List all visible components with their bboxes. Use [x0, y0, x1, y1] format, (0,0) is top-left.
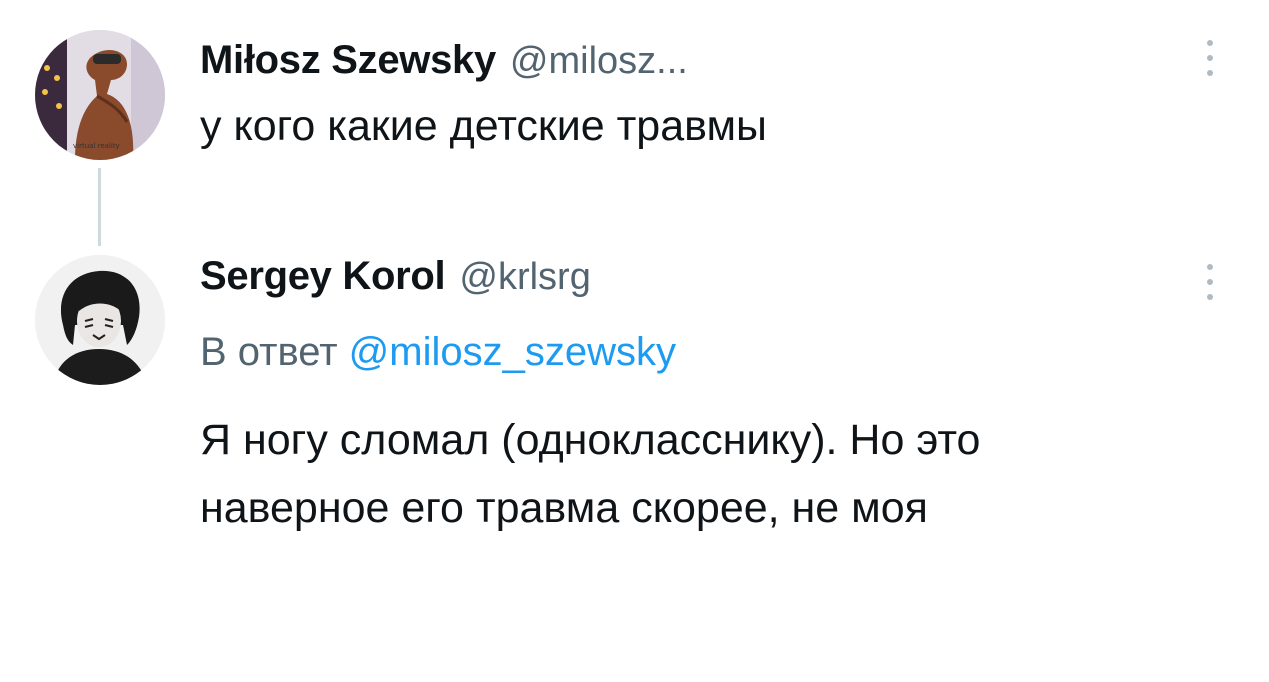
- tweet-original[interactable]: virtual reality Miłosz Szewsky @milosz..…: [0, 0, 1269, 240]
- tweet-text-line: Я ногу сломал (однокласснику). Но это: [200, 416, 981, 464]
- avatar-milosz[interactable]: virtual reality: [35, 30, 165, 160]
- replying-to: В ответ @milosz_szewsky: [200, 330, 676, 375]
- avatar-image: [35, 255, 165, 385]
- avatar-caption: virtual reality: [73, 142, 120, 150]
- tweet-header: Miłosz Szewsky @milosz...: [200, 38, 688, 83]
- author-handle[interactable]: @milosz...: [510, 40, 688, 83]
- more-options-icon[interactable]: [1200, 264, 1220, 314]
- reply-mention-link[interactable]: @milosz_szewsky: [349, 330, 676, 374]
- author-name[interactable]: Miłosz Szewsky: [200, 38, 496, 83]
- tweet-reply[interactable]: Sergey Korol @krlsrg В ответ @milosz_sze…: [0, 240, 1269, 660]
- tweet-text-line: наверное его травма скорее, не моя: [200, 484, 928, 532]
- tweet-text: Я ногу сломал (однокласснику). Но это на…: [200, 406, 980, 542]
- author-name[interactable]: Sergey Korol: [200, 254, 446, 299]
- tweet-header: Sergey Korol @krlsrg: [200, 254, 591, 299]
- author-handle[interactable]: @krlsrg: [459, 256, 590, 299]
- avatar-image: [35, 30, 165, 160]
- tweet-text: у кого какие детские травмы: [200, 102, 767, 150]
- avatar-sergey[interactable]: [35, 255, 165, 385]
- reply-prefix: В ответ: [200, 330, 338, 374]
- more-options-icon[interactable]: [1200, 40, 1220, 90]
- thread-connector: [98, 168, 101, 246]
